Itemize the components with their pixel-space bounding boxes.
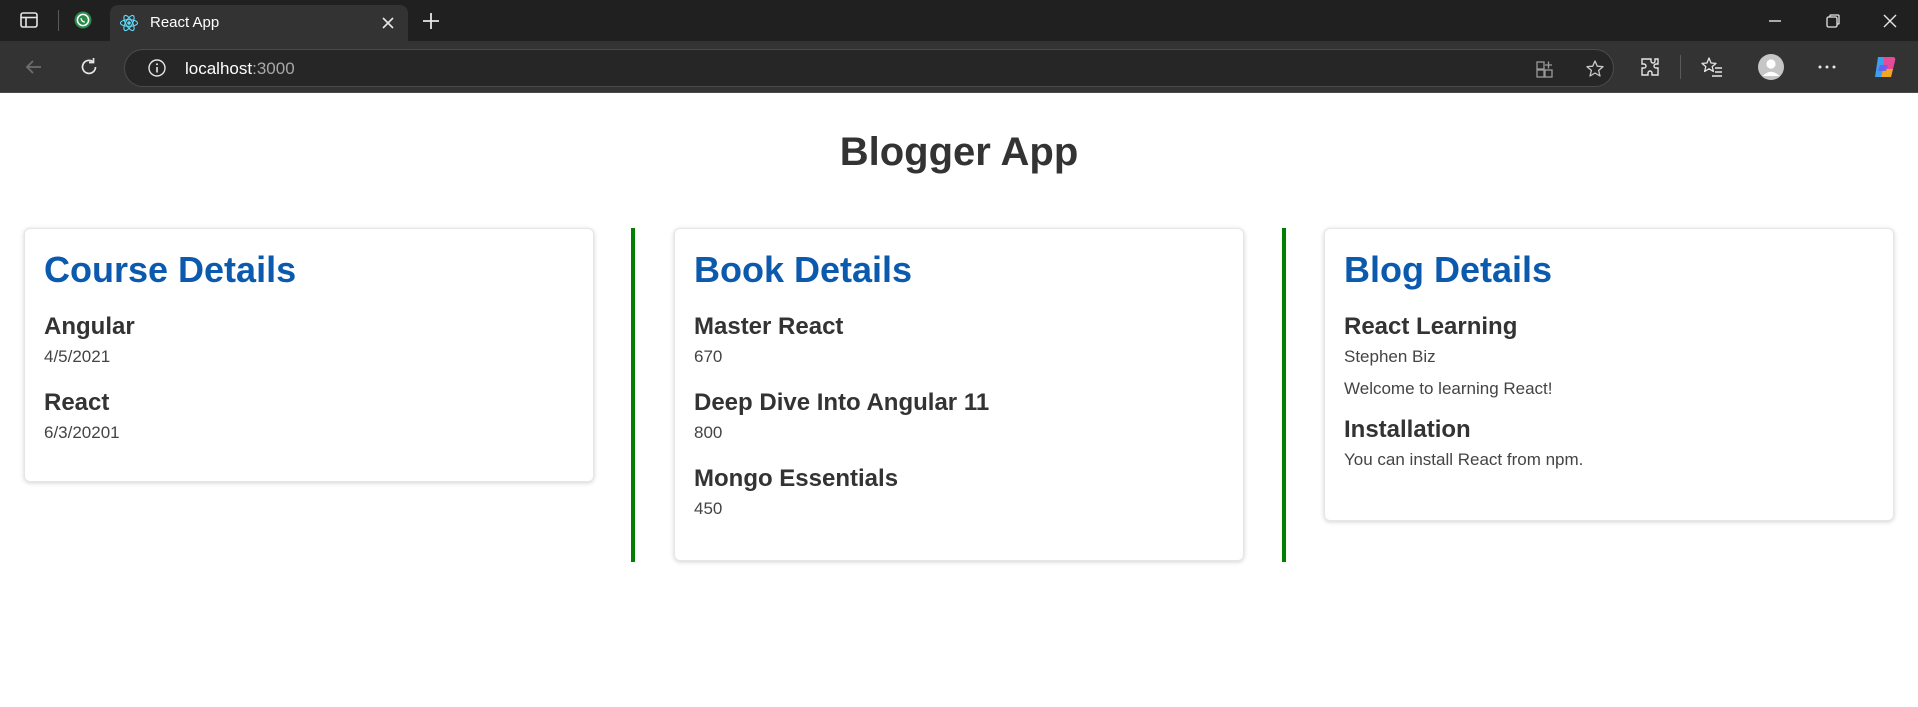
- course-date: 6/3/20201: [44, 423, 120, 442]
- book-name: Mongo Essentials: [694, 465, 899, 492]
- copilot-icon[interactable]: [1871, 53, 1899, 81]
- blog-text: You can install React from npm.: [1344, 450, 1584, 469]
- course-details-heading: Course Details: [44, 249, 297, 290]
- url-port: :3000: [252, 59, 295, 78]
- favorite-star-icon[interactable]: [1584, 58, 1606, 80]
- course-date: 4/5/2021: [44, 347, 111, 366]
- blog-text: Welcome to learning React!: [1344, 379, 1553, 398]
- more-icon[interactable]: [1815, 55, 1839, 79]
- toolbar-divider: [1680, 55, 1681, 79]
- url-text[interactable]: localhost:3000: [185, 59, 295, 79]
- close-icon[interactable]: [378, 13, 398, 33]
- blog-details-heading: Blog Details: [1344, 249, 1553, 290]
- extensions-icon[interactable]: [1638, 55, 1662, 79]
- whatsapp-icon[interactable]: [72, 9, 94, 31]
- book-price: 450: [694, 499, 723, 518]
- tab-bar: React App: [0, 0, 1918, 41]
- book-name: Master React: [694, 313, 844, 340]
- course-name: Angular: [44, 313, 135, 340]
- blog-item: React Learning Stephen Biz Welcome to le…: [1344, 313, 1874, 400]
- blog-item: Installation You can install React from …: [1344, 416, 1874, 471]
- page-title: Blogger App: [839, 130, 1079, 174]
- sidebar-icon[interactable]: [18, 9, 40, 31]
- book-item: Mongo Essentials 450: [694, 465, 1224, 520]
- course-item: Angular 4/5/2021: [44, 313, 574, 368]
- restore-icon[interactable]: [1822, 10, 1844, 32]
- react-icon: [119, 13, 139, 38]
- refresh-icon[interactable]: [77, 55, 101, 79]
- blog-details-panel: Blog Details React Learning Stephen Biz …: [1324, 228, 1894, 521]
- address-bar[interactable]: localhost:3000: [124, 49, 1614, 87]
- blog-title: React Learning: [1344, 313, 1518, 340]
- book-name: Deep Dive Into Angular 11: [694, 389, 990, 416]
- tab-title: React App: [150, 14, 220, 31]
- book-price: 670: [694, 347, 723, 366]
- book-price: 800: [694, 423, 723, 442]
- book-item: Deep Dive Into Angular 11 800: [694, 389, 1224, 444]
- favorites-icon[interactable]: [1700, 55, 1724, 79]
- course-details-panel: Course Details Angular 4/5/2021 React 6/…: [24, 228, 594, 482]
- tab-separator: [58, 10, 59, 31]
- close-window-icon[interactable]: [1879, 10, 1901, 32]
- blog-author: Stephen Biz: [1344, 347, 1436, 366]
- profile-icon[interactable]: [1757, 53, 1785, 81]
- course-name: React: [44, 389, 110, 416]
- book-details-heading: Book Details: [694, 249, 913, 290]
- browser-toolbar: localhost:3000: [0, 41, 1918, 93]
- url-host: localhost: [185, 59, 253, 78]
- section-divider: [1282, 228, 1286, 562]
- minimize-icon[interactable]: [1764, 10, 1786, 32]
- blog-title: Installation: [1344, 416, 1471, 443]
- plus-icon[interactable]: [419, 9, 443, 33]
- page-content: Blogger App Course Details Angular 4/5/2…: [0, 94, 1918, 707]
- section-divider: [631, 228, 635, 562]
- course-item: React 6/3/20201: [44, 389, 574, 444]
- tab-react-app[interactable]: React App: [110, 5, 408, 41]
- book-item: Master React 670: [694, 313, 1224, 368]
- info-icon[interactable]: [147, 58, 167, 78]
- app-available-icon[interactable]: [1534, 58, 1556, 80]
- back-icon[interactable]: [22, 55, 46, 79]
- book-details-panel: Book Details Master React 670 Deep Dive …: [674, 228, 1244, 561]
